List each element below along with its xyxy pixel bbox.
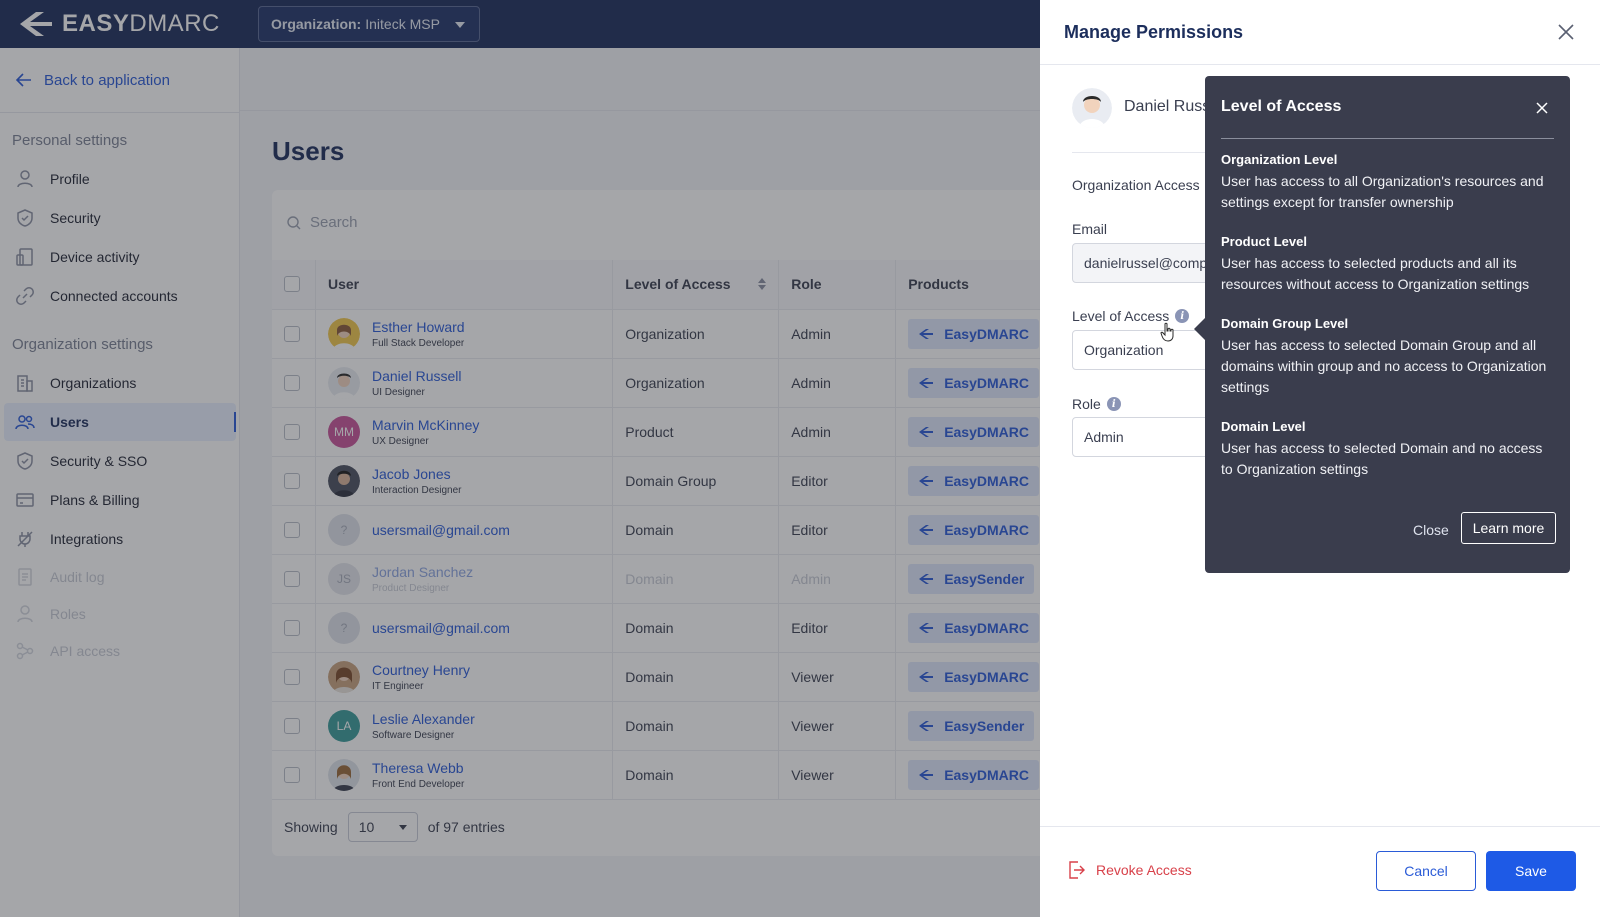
hand-cursor-icon	[1160, 322, 1174, 342]
section-heading: Domain Level	[1221, 419, 1306, 434]
avatar	[1072, 88, 1112, 128]
section-heading: Product Level	[1221, 234, 1307, 249]
section-text: User has access to selected products and…	[1221, 255, 1530, 292]
close-icon[interactable]	[1556, 22, 1576, 42]
popover-section-product: Product Level User has access to selecte…	[1221, 234, 1554, 295]
revoke-access-button[interactable]: Revoke Access	[1068, 860, 1192, 880]
popover-section-domain-group: Domain Group Level User has access to se…	[1221, 316, 1554, 398]
section-text: User has access to selected Domain and n…	[1221, 440, 1543, 477]
organization-access-label: Organization Access	[1072, 177, 1200, 193]
drawer-footer-divider	[1040, 826, 1600, 827]
info-icon[interactable]: i	[1175, 309, 1190, 323]
section-heading: Domain Group Level	[1221, 316, 1349, 331]
popover-section-organization: Organization Level User has access to al…	[1221, 152, 1554, 213]
modal-backdrop[interactable]	[0, 0, 1040, 917]
popover-close-link[interactable]: Close	[1413, 522, 1449, 538]
popover-arrow	[1194, 318, 1205, 340]
drawer-user-name: Daniel Russ	[1124, 98, 1211, 115]
drawer-title: Manage Permissions	[1064, 22, 1244, 42]
role-label: Role i	[1072, 396, 1121, 412]
section-text: User has access to selected Domain Group…	[1221, 337, 1547, 395]
popover-section-domain: Domain Level User has access to selected…	[1221, 419, 1554, 480]
section-text: User has access to all Organization's re…	[1221, 173, 1544, 210]
close-icon[interactable]	[1536, 102, 1548, 114]
popover-title: Level of Access	[1221, 98, 1342, 115]
info-icon[interactable]: i	[1106, 397, 1121, 411]
cancel-button[interactable]: Cancel	[1376, 851, 1476, 891]
learn-more-button[interactable]: Learn more	[1461, 512, 1556, 544]
drawer-divider	[1040, 64, 1600, 65]
revoke-access-label: Revoke Access	[1096, 862, 1192, 878]
email-label: Email	[1072, 221, 1108, 237]
loa-label-text: Level of Access	[1072, 308, 1170, 324]
popover-divider	[1221, 138, 1554, 139]
logout-icon	[1069, 861, 1085, 879]
save-button[interactable]: Save	[1486, 851, 1576, 891]
section-heading: Organization Level	[1221, 152, 1338, 167]
level-of-access-popover: Level of Access Organization Level User …	[1205, 76, 1570, 573]
role-label-text: Role	[1072, 396, 1101, 412]
